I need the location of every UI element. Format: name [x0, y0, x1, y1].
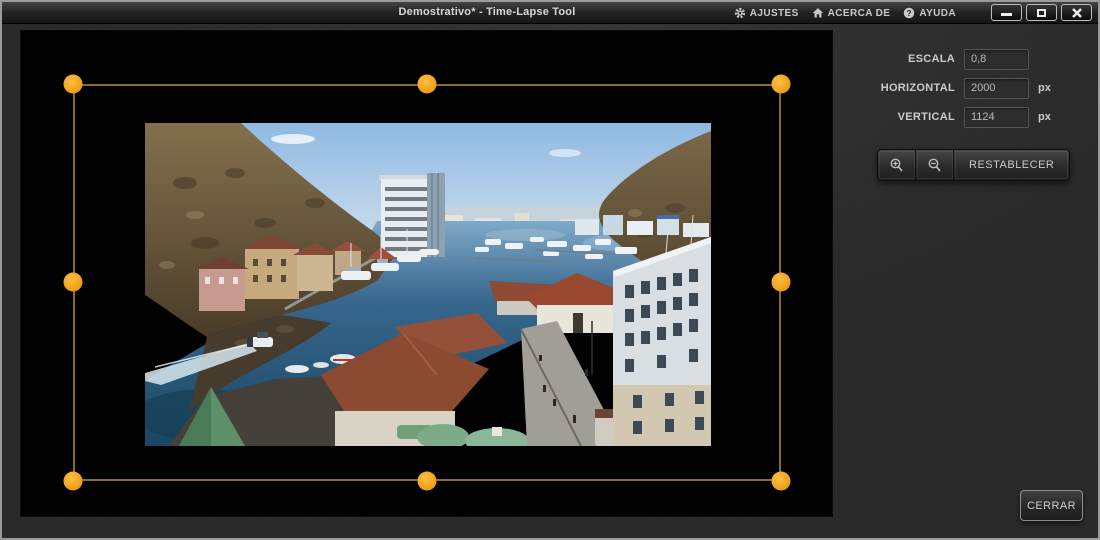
settings-panel: ESCALA HORIZONTAL px VERTICAL px [860, 48, 1064, 128]
gear-icon [734, 7, 745, 19]
zoom-toolbar: RESTABLECER [877, 149, 1071, 181]
menu-label: AJUSTES [749, 7, 799, 19]
zoom-in-button[interactable] [878, 150, 916, 180]
vertical-unit: px [1038, 111, 1051, 123]
menu-item-acerca-de[interactable]: ACERCA DE [812, 7, 891, 19]
close-button[interactable] [1061, 4, 1092, 21]
restablecer-button[interactable]: RESTABLECER [954, 150, 1070, 180]
crop-handle-se[interactable] [771, 471, 791, 491]
titlebar-menu: AJUSTES ACERCA DE ? AYUDA [734, 2, 956, 24]
title-bar: Demostrativo* - Time-Lapse Tool AJUSTES … [2, 2, 1098, 24]
crop-frame[interactable] [73, 84, 781, 481]
crop-handle-nw[interactable] [63, 74, 83, 94]
horizontal-label: HORIZONTAL [880, 82, 955, 94]
maximize-icon [1037, 8, 1046, 17]
editor-canvas [20, 30, 833, 517]
menu-label: AYUDA [919, 7, 956, 19]
help-icon: ? [904, 7, 915, 19]
horizontal-unit: px [1038, 82, 1051, 94]
field-row-escala: ESCALA [860, 48, 1064, 70]
menu-label: ACERCA DE [827, 7, 891, 19]
vertical-input[interactable] [964, 106, 1029, 128]
field-row-horizontal: HORIZONTAL px [860, 77, 1064, 99]
menu-item-ayuda[interactable]: ? AYUDA [903, 7, 956, 19]
zoom-out-button[interactable] [916, 150, 954, 180]
window-controls [991, 4, 1092, 21]
close-icon [1071, 7, 1082, 18]
escala-label: ESCALA [907, 53, 955, 65]
maximize-button[interactable] [1026, 4, 1057, 21]
crop-handle-n[interactable] [417, 74, 437, 94]
crop-handle-s[interactable] [417, 471, 437, 491]
field-row-vertical: VERTICAL px [860, 106, 1064, 128]
crop-handle-w[interactable] [63, 272, 83, 292]
vertical-label: VERTICAL [897, 111, 955, 123]
crop-handle-e[interactable] [771, 272, 791, 292]
minimize-button[interactable] [991, 4, 1022, 21]
home-icon [812, 8, 823, 18]
menu-item-ajustes[interactable]: AJUSTES [734, 7, 799, 19]
app-window: Demostrativo* - Time-Lapse Tool AJUSTES … [0, 0, 1100, 540]
escala-input[interactable] [964, 48, 1029, 70]
zoom-out-icon [928, 158, 941, 172]
zoom-in-icon [890, 158, 903, 172]
minimize-icon [1001, 13, 1012, 16]
cerrar-button[interactable]: CERRAR [1020, 490, 1083, 521]
horizontal-input[interactable] [964, 77, 1029, 99]
crop-handle-ne[interactable] [771, 74, 791, 94]
crop-handle-sw[interactable] [63, 471, 83, 491]
svg-text:?: ? [907, 9, 912, 18]
